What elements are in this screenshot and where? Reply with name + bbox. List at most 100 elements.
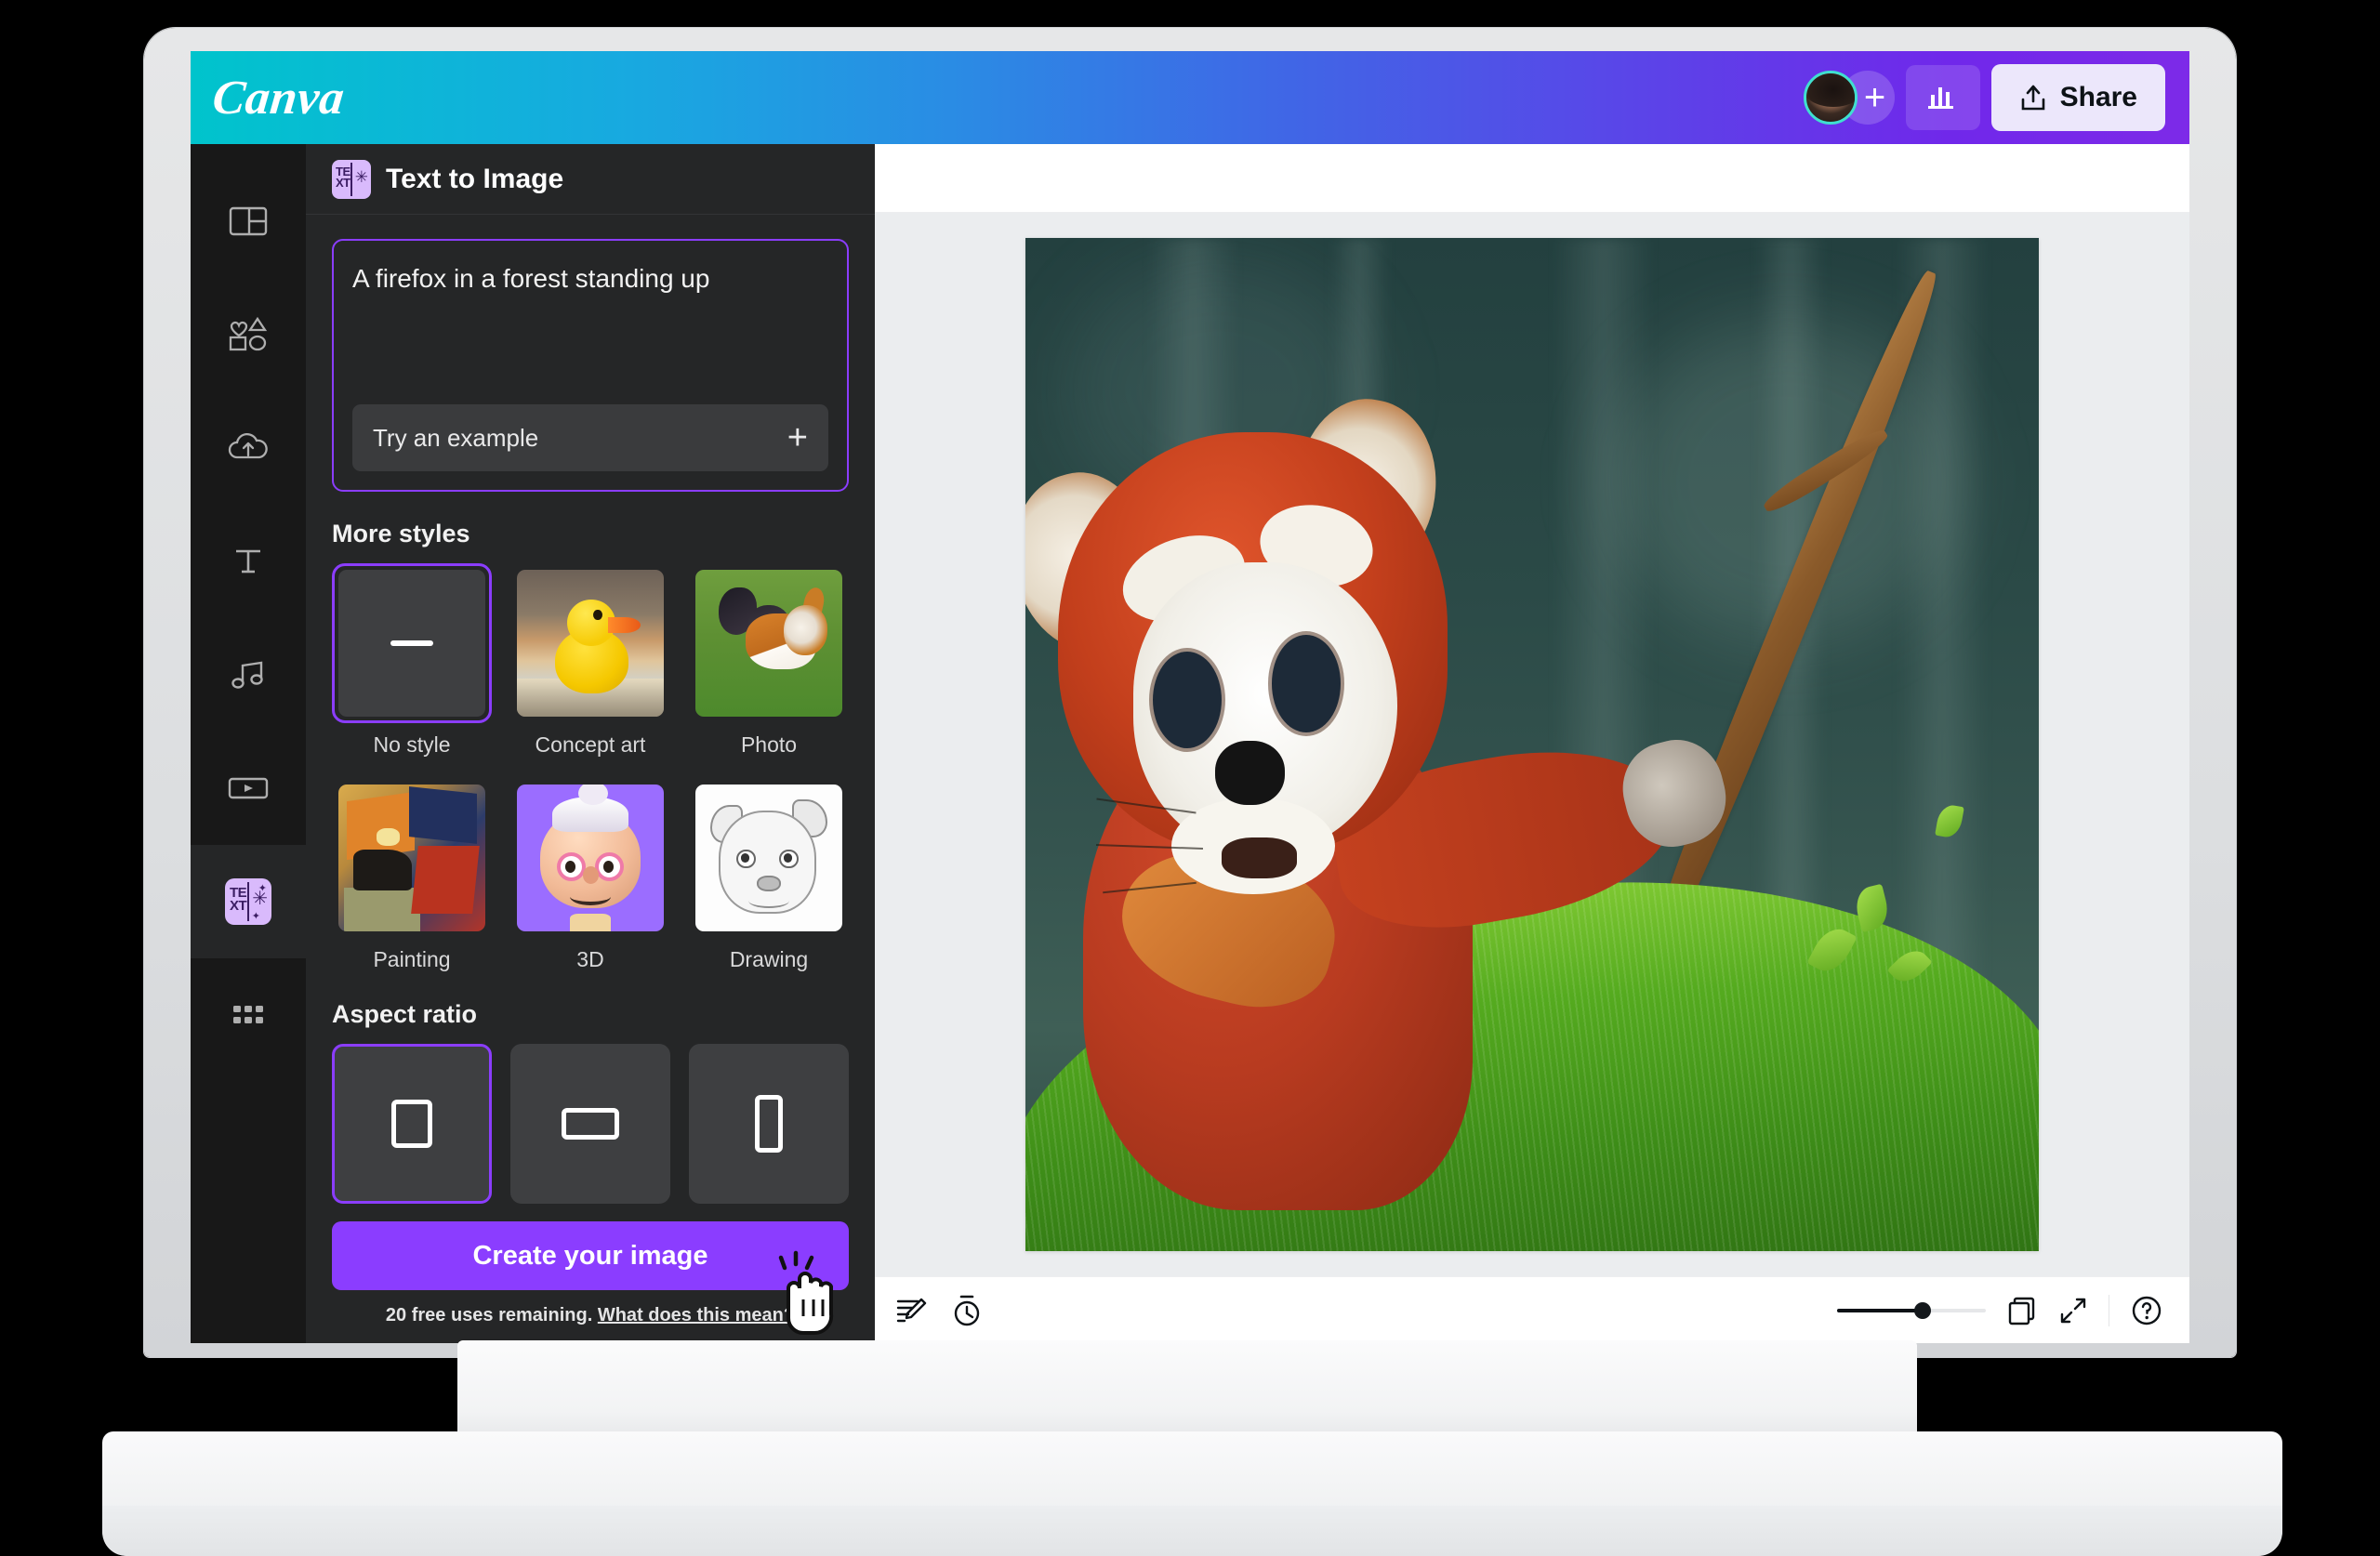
style-label: 3D: [576, 947, 604, 971]
avatar-group: +: [1803, 71, 1895, 125]
bar-chart-icon: [1927, 87, 1953, 109]
share-button-label: Share: [2059, 82, 2137, 112]
zoom-slider[interactable]: [1837, 1301, 1986, 1320]
aspect-ratio-portrait[interactable]: [689, 1044, 849, 1204]
red-panda: [1025, 388, 1736, 1211]
style-thumb-wrap: [510, 563, 670, 723]
shapes-icon: [229, 316, 268, 351]
panel-header: TE XT ✳ Text to Image: [306, 144, 875, 215]
no-style-thumbnail: [338, 570, 485, 717]
left-rail: TE XT ✳ ✦ ✦: [191, 144, 306, 1343]
grid-apps-icon: [233, 1006, 263, 1023]
style-thumb-wrap: [689, 563, 849, 723]
style-option-photo[interactable]: Photo: [689, 563, 849, 758]
pages-button[interactable]: [2006, 1295, 2038, 1326]
painting-thumbnail: [338, 785, 485, 931]
square-icon: [391, 1100, 432, 1148]
upload-share-icon: [2021, 85, 2044, 111]
canva-top-bar: Canva + Share: [191, 51, 2189, 144]
zoom-thumb[interactable]: [1914, 1301, 1932, 1319]
sidebar-item-elements[interactable]: [191, 278, 306, 391]
more-styles-title: More styles: [332, 520, 470, 547]
canvas-area: [875, 144, 2189, 1343]
duration-timer-button[interactable]: [951, 1294, 983, 1327]
video-play-icon: [228, 777, 269, 799]
sidebar-item-audio[interactable]: [191, 618, 306, 732]
3d-thumbnail: [517, 785, 664, 931]
style-label: Concept art: [535, 732, 646, 757]
panel-title: Text to Image: [386, 163, 564, 194]
prompt-input-container[interactable]: A firefox in a forest standing up Try an…: [332, 239, 849, 492]
music-note-icon: [231, 661, 263, 689]
bottom-bar-left: [895, 1294, 983, 1327]
style-option-3d[interactable]: 3D: [510, 778, 670, 972]
style-grid: No style Concept art Photo Painting 3D D…: [332, 563, 849, 972]
insights-button[interactable]: [1905, 65, 1980, 130]
create-your-image-button[interactable]: Create your image: [332, 1221, 849, 1290]
screenshot-root: Canva + Share TE XT ✳ ✦ ✦ TE XT ✳ Text t…: [0, 0, 2380, 1556]
text-to-image-panel: TE XT ✳ Text to Image A firefox in a fore…: [306, 144, 875, 1343]
photo-thumbnail: [695, 570, 842, 717]
avatar[interactable]: [1803, 71, 1858, 125]
laptop-hinge: [457, 1340, 1917, 1443]
sidebar-item-videos[interactable]: [191, 732, 306, 845]
what-does-this-mean-link[interactable]: What does this mean?: [598, 1305, 795, 1325]
style-label: Photo: [740, 732, 798, 757]
concept-art-thumbnail: [517, 570, 664, 717]
duplicate-pages-icon: [2008, 1297, 2035, 1325]
sidebar-item-text[interactable]: [191, 505, 306, 618]
aspect-ratio-landscape[interactable]: [510, 1044, 670, 1204]
try-an-example-label: Try an example: [373, 423, 539, 452]
sidebar-item-design[interactable]: [191, 165, 306, 278]
sidebar-item-text-to-image[interactable]: TE XT ✳ ✦ ✦: [191, 845, 306, 958]
free-uses-text: 20 free uses remaining.: [385, 1305, 593, 1325]
help-button[interactable]: [2130, 1294, 2163, 1327]
fullscreen-button[interactable]: [2058, 1296, 2088, 1325]
plus-icon: +: [787, 418, 808, 457]
bottom-bar-right: [1837, 1294, 2163, 1327]
style-option-drawing[interactable]: Drawing: [689, 778, 849, 972]
style-label: Painting: [373, 947, 451, 971]
style-option-no-style[interactable]: No style: [332, 563, 492, 758]
notes-edit-icon: [896, 1298, 927, 1322]
text-to-image-app-icon: TE XT ✳: [332, 159, 371, 199]
style-thumb-wrap: [689, 778, 849, 938]
sidebar-item-uploads[interactable]: [191, 391, 306, 505]
zoom-fill: [1837, 1308, 1919, 1312]
notes-button[interactable]: [895, 1296, 927, 1325]
drawing-thumbnail: [695, 785, 842, 931]
style-label: Drawing: [729, 947, 809, 971]
prompt-input[interactable]: A firefox in a forest standing up: [352, 261, 828, 297]
top-bar-actions: + Share: [1803, 64, 2165, 131]
panel-footer: Create your image 20 free uses remaining…: [306, 1221, 875, 1343]
style-thumb-wrap: [332, 563, 492, 723]
layout-icon: [229, 206, 268, 236]
aspect-ratio-title: Aspect ratio: [332, 1000, 478, 1028]
cloud-upload-icon: [228, 432, 268, 459]
canva-logo[interactable]: Canva: [210, 71, 347, 125]
aspect-ratio-square[interactable]: [332, 1044, 492, 1204]
text-t-icon: [236, 549, 260, 574]
panel-scroll-area: A firefox in a forest standing up Try an…: [306, 215, 875, 1221]
canvas-top-strip: [875, 144, 2189, 213]
style-thumb-wrap: [332, 778, 492, 938]
generated-image[interactable]: [1025, 238, 2039, 1251]
share-button[interactable]: Share: [1990, 64, 2165, 131]
style-thumb-wrap: [510, 778, 670, 938]
free-uses-status: 20 free uses remaining. What does this m…: [332, 1305, 849, 1326]
help-question-icon: [2132, 1296, 2162, 1325]
try-an-example-button[interactable]: Try an example +: [352, 404, 828, 471]
timer-icon: [954, 1295, 980, 1325]
canvas-stage[interactable]: [875, 213, 2189, 1276]
aspect-ratio-grid: [332, 1044, 849, 1204]
style-label: No style: [373, 732, 451, 757]
style-option-painting[interactable]: Painting: [332, 778, 492, 972]
editor-body: TE XT ✳ ✦ ✦ TE XT ✳ Text to Image A fire…: [191, 144, 2189, 1343]
expand-arrows-icon: [2060, 1298, 2086, 1323]
sidebar-item-apps[interactable]: [191, 958, 306, 1072]
style-option-concept-art[interactable]: Concept art: [510, 563, 670, 758]
laptop-front-edge: [102, 1506, 2282, 1556]
laptop-screen: Canva + Share TE XT ✳ ✦ ✦ TE XT ✳ Text t…: [191, 51, 2189, 1343]
canvas-bottom-bar: [875, 1276, 2189, 1343]
text-to-image-icon: TE XT ✳ ✦ ✦: [225, 878, 271, 925]
